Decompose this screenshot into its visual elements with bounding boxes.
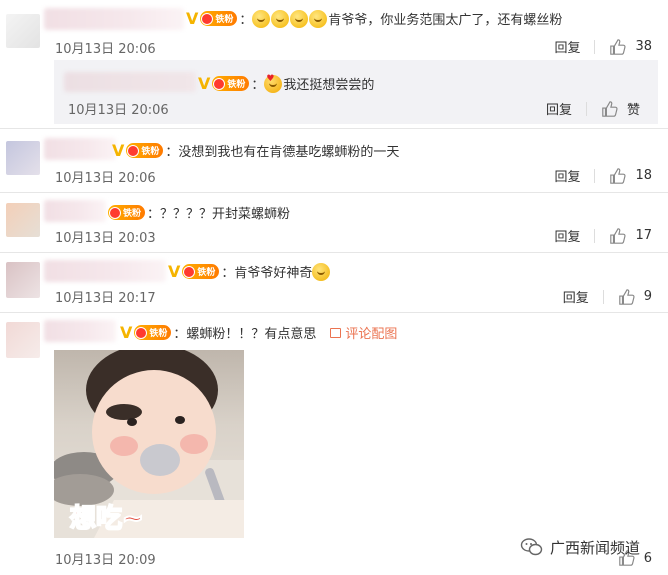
timestamp: 10月13日 20:17: [55, 291, 156, 306]
divider: [585, 101, 587, 116]
reply-button[interactable]: 回复: [554, 226, 580, 245]
comment-actions: 回复 赞: [546, 99, 640, 118]
fan-badge[interactable]: 铁粉: [200, 11, 238, 26]
divider: [0, 192, 668, 193]
fan-badge[interactable]: 铁粉: [134, 325, 172, 340]
comment-line: V 铁粉 ： 我还挺想尝尝的: [198, 74, 375, 94]
comment-text: ：: [239, 13, 253, 28]
like-count: 38: [635, 39, 652, 54]
emoji-icon: [309, 9, 328, 28]
avatar[interactable]: [6, 322, 40, 358]
comment-text: 我还挺想尝尝的: [283, 78, 375, 93]
divider: [0, 252, 668, 253]
reply-button[interactable]: 回复: [563, 287, 589, 306]
reply-button[interactable]: 回复: [554, 166, 580, 185]
comment-actions: 回复 17: [554, 226, 652, 245]
comment-text: ：？？？？开封菜螺蛳粉: [147, 207, 291, 222]
timestamp: 10月13日 20:09: [55, 553, 156, 568]
verified-icon: V: [120, 323, 133, 342]
channel-watermark: 广西新闻频道: [520, 535, 640, 559]
like-count: 17: [635, 228, 652, 243]
watermark-text: 广西新闻频道: [550, 538, 641, 557]
divider: [594, 228, 596, 243]
reply-button[interactable]: 回复: [554, 37, 580, 56]
comment-text: ：螺蛳粉！！？有点意思: [173, 327, 317, 342]
amazed-emoji-icon: [312, 262, 331, 281]
timestamp: 10月13日 20:06: [68, 103, 169, 118]
fan-badge[interactable]: 铁粉: [108, 205, 146, 220]
emoji-icon: [290, 9, 309, 28]
heart-eyes-emoji-icon: [264, 74, 283, 93]
fan-label: 铁粉: [149, 329, 168, 339]
fan-label: 铁粉: [227, 80, 246, 90]
fan-label: 铁粉: [215, 15, 234, 25]
fan-badge[interactable]: 铁粉: [182, 264, 220, 279]
timestamp: 10月13日 20:03: [55, 231, 156, 246]
wechat-icon: [520, 538, 543, 556]
comment-text: ：: [251, 78, 265, 93]
fan-icon: [135, 326, 148, 339]
fan-label: 铁粉: [141, 147, 160, 157]
comment-line: 铁粉 ：？？？？开封菜螺蛳粉: [108, 203, 290, 222]
comment-line: V 铁粉 ： 肯爷爷，你业务范围太广了，还有螺丝粉: [186, 9, 562, 28]
avatar[interactable]: [6, 262, 40, 298]
like-count: 赞: [626, 103, 640, 118]
username-blurred[interactable]: [44, 8, 184, 30]
fan-icon: [109, 206, 121, 219]
avatar[interactable]: [6, 203, 40, 237]
reply-button[interactable]: 回复: [546, 99, 572, 118]
fan-icon: [127, 144, 140, 157]
picture-link-label: 评论配图: [345, 327, 398, 342]
fan-icon: [201, 12, 214, 25]
divider: [0, 312, 668, 313]
comment-actions: 回复 38: [554, 37, 652, 56]
comment-line: V 铁粉 ：螺蛳粉！！？有点意思 评论配图: [120, 323, 397, 342]
photo-caption: 想吃~: [69, 503, 145, 535]
timestamp: 10月13日 20:06: [55, 42, 156, 57]
fan-label: 铁粉: [197, 268, 216, 278]
avatar[interactable]: [6, 14, 40, 48]
thumbs-up-icon[interactable]: [601, 100, 619, 118]
divider: [0, 128, 668, 129]
comment-photo[interactable]: 想吃~: [54, 350, 244, 538]
verified-icon: V: [198, 74, 211, 93]
comment-actions: 回复 18: [554, 166, 652, 185]
comment-text: ：肯爷爷好神奇: [221, 266, 313, 281]
comment-text: 肯爷爷，你业务范围太广了，还有螺丝粉: [328, 13, 563, 28]
username-blurred[interactable]: [44, 138, 116, 160]
fan-icon: [213, 77, 226, 90]
comment-line: V 铁粉 ：肯爷爷好神奇: [168, 262, 331, 281]
thumbs-up-icon[interactable]: [618, 288, 636, 306]
timestamp: 10月13日 20:06: [55, 171, 156, 186]
username-blurred[interactable]: [64, 72, 196, 92]
divider: [594, 39, 596, 54]
comment-picture-link[interactable]: 评论配图: [330, 323, 397, 342]
divider: [602, 289, 604, 304]
like-count: 9: [643, 289, 652, 304]
like-count: 6: [643, 550, 652, 566]
comment-text: ：没想到我也有在肯德基吃螺蛳粉的一天: [165, 145, 400, 160]
fan-badge[interactable]: 铁粉: [126, 143, 164, 158]
picture-icon: [330, 327, 342, 338]
thumbs-up-icon[interactable]: [609, 227, 627, 245]
thumbs-up-icon[interactable]: [609, 167, 627, 185]
divider: [594, 168, 596, 183]
fan-badge[interactable]: 铁粉: [212, 76, 250, 91]
thumbs-up-icon[interactable]: [609, 38, 627, 56]
verified-icon: V: [112, 141, 125, 160]
avatar[interactable]: [6, 141, 40, 175]
comment-actions: 回复 9: [563, 287, 652, 306]
like-count: 18: [635, 168, 652, 183]
fan-icon: [183, 265, 196, 278]
verified-icon: V: [186, 9, 199, 28]
emoji-icon: [252, 9, 271, 28]
fan-label: 铁粉: [123, 209, 142, 219]
username-blurred[interactable]: [44, 260, 166, 282]
comment-line: V 铁粉 ：没想到我也有在肯德基吃螺蛳粉的一天: [112, 141, 399, 160]
emoji-icon: [271, 9, 290, 28]
username-blurred[interactable]: [44, 200, 106, 222]
username-blurred[interactable]: [44, 320, 116, 342]
verified-icon: V: [168, 262, 181, 281]
